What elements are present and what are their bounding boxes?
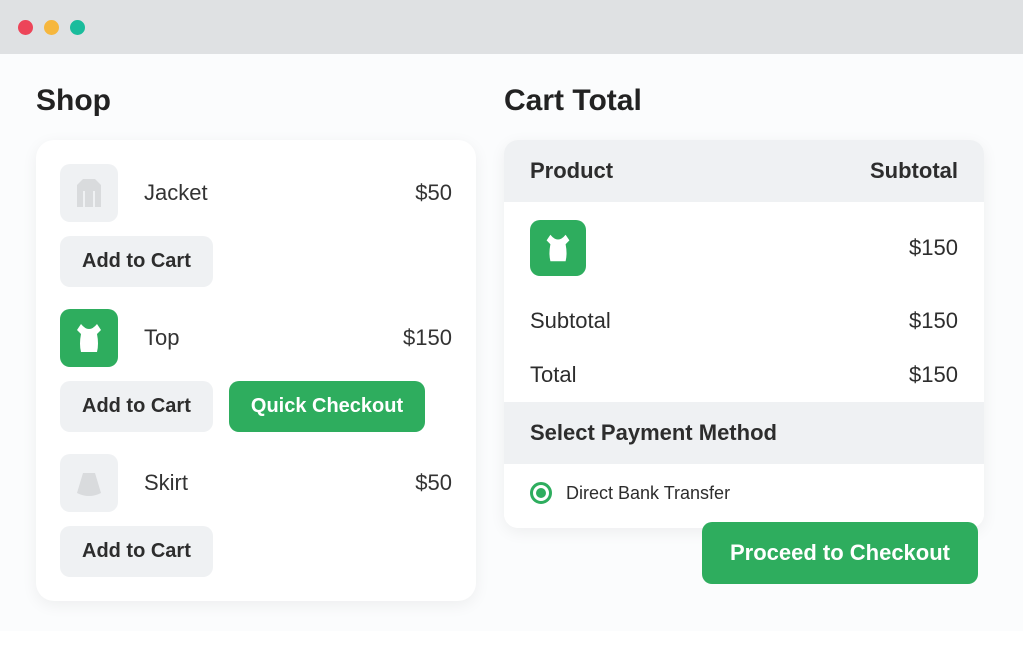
product-name: Skirt bbox=[144, 470, 389, 496]
product-row: Top $150 bbox=[60, 309, 452, 367]
product-price: $50 bbox=[415, 180, 452, 206]
skirt-icon bbox=[60, 454, 118, 512]
cart-title: Cart Total bbox=[504, 84, 984, 118]
product-price: $50 bbox=[415, 470, 452, 496]
quick-checkout-button[interactable]: Quick Checkout bbox=[229, 381, 425, 432]
cart-total-row: Total $150 bbox=[504, 348, 984, 402]
payment-option-label: Direct Bank Transfer bbox=[566, 483, 730, 504]
window-titlebar bbox=[0, 0, 1023, 54]
jacket-icon bbox=[60, 164, 118, 222]
cart-col-product: Product bbox=[530, 158, 870, 184]
cart-total-label: Total bbox=[530, 362, 909, 388]
cart-header-row: Product Subtotal bbox=[504, 140, 984, 202]
product-row: Jacket $50 bbox=[60, 164, 452, 222]
titlebar-maximize-dot[interactable] bbox=[70, 20, 85, 35]
add-to-cart-button[interactable]: Add to Cart bbox=[60, 236, 213, 287]
titlebar-minimize-dot[interactable] bbox=[44, 20, 59, 35]
shop-card: Jacket $50 Add to Cart Top $150 Add to C… bbox=[36, 140, 476, 601]
shop-title: Shop bbox=[36, 84, 476, 118]
add-to-cart-button[interactable]: Add to Cart bbox=[60, 381, 213, 432]
product-row: Skirt $50 bbox=[60, 454, 452, 512]
page-body: Shop Jacket $50 Add to Cart bbox=[0, 54, 1023, 631]
proceed-to-checkout-button[interactable]: Proceed to Checkout bbox=[702, 522, 978, 584]
cart-subtotal-label: Subtotal bbox=[530, 308, 909, 334]
product-name: Top bbox=[144, 325, 377, 351]
titlebar-close-dot[interactable] bbox=[18, 20, 33, 35]
product-price: $150 bbox=[403, 325, 452, 351]
radio-selected-icon bbox=[530, 482, 552, 504]
add-to-cart-button[interactable]: Add to Cart bbox=[60, 526, 213, 577]
shop-column: Shop Jacket $50 Add to Cart bbox=[36, 84, 476, 601]
cart-panel: Product Subtotal $150 Subtotal $150 bbox=[504, 140, 984, 528]
payment-option[interactable]: Direct Bank Transfer bbox=[504, 464, 984, 528]
cart-col-subtotal: Subtotal bbox=[870, 158, 958, 184]
top-icon bbox=[60, 309, 118, 367]
cart-subtotal-value: $150 bbox=[909, 308, 958, 334]
top-icon bbox=[530, 220, 586, 276]
cart-subtotal-row: Subtotal $150 bbox=[504, 294, 984, 348]
payment-section-title: Select Payment Method bbox=[504, 402, 984, 464]
cart-total-value: $150 bbox=[909, 362, 958, 388]
cart-item-subtotal: $150 bbox=[909, 235, 958, 261]
cart-column: Cart Total Product Subtotal $150 Subtota… bbox=[504, 84, 984, 601]
product-name: Jacket bbox=[144, 180, 389, 206]
cart-item-row: $150 bbox=[504, 202, 984, 294]
